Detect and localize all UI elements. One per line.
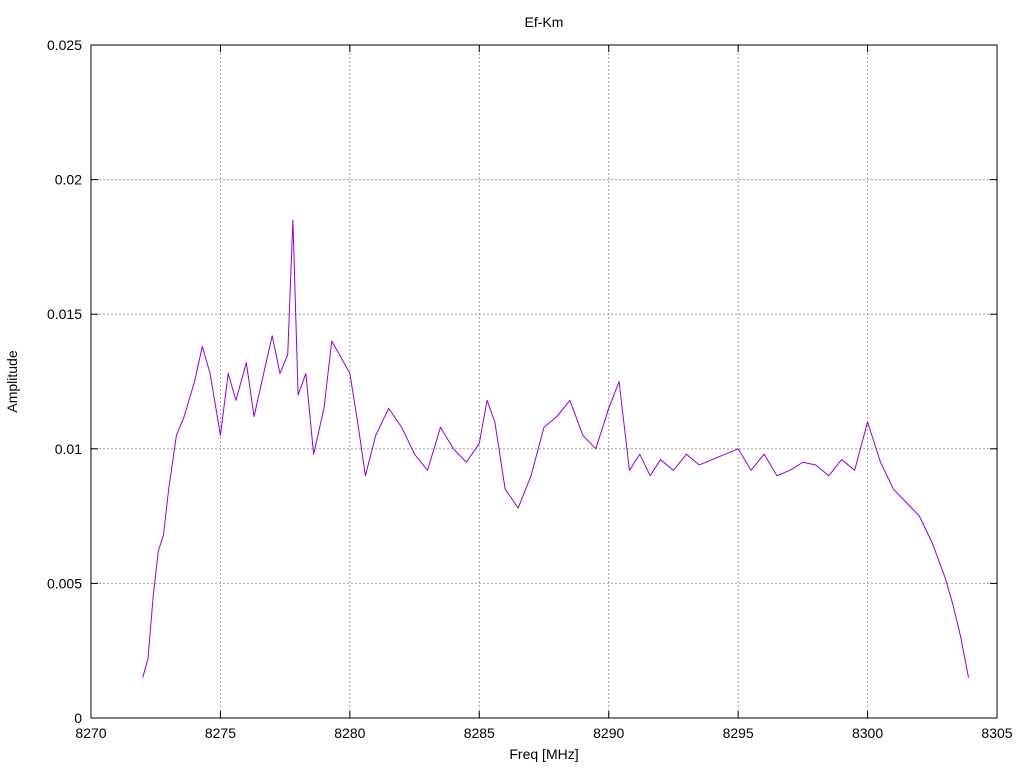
x-tick-label: 8280 — [334, 725, 365, 741]
x-tick-label: 8290 — [593, 725, 624, 741]
y-tick-label: 0 — [74, 710, 82, 726]
x-tick-label: 8285 — [464, 725, 495, 741]
y-tick-label: 0.005 — [47, 575, 82, 591]
y-tick-label: 0.015 — [47, 306, 82, 322]
x-tick-label: 8270 — [75, 725, 106, 741]
x-tick-label: 8275 — [205, 725, 236, 741]
x-tick-label: 8295 — [723, 725, 754, 741]
y-axis-title: Amplitude — [4, 350, 20, 412]
y-tick-label: 0.01 — [55, 441, 82, 457]
x-tick-label: 8305 — [981, 725, 1012, 741]
chart-background — [0, 0, 1024, 768]
y-tick-label: 0.025 — [47, 37, 82, 53]
y-tick-label: 0.02 — [55, 172, 82, 188]
amplitude-chart: 8270 8275 8280 8285 8290 8295 8300 8305 0 0.005 0.… — [0, 0, 1024, 768]
x-axis-title: Freq [MHz] — [509, 746, 578, 762]
chart-title: Ef-Km — [525, 14, 564, 30]
x-tick-label: 8300 — [852, 725, 883, 741]
